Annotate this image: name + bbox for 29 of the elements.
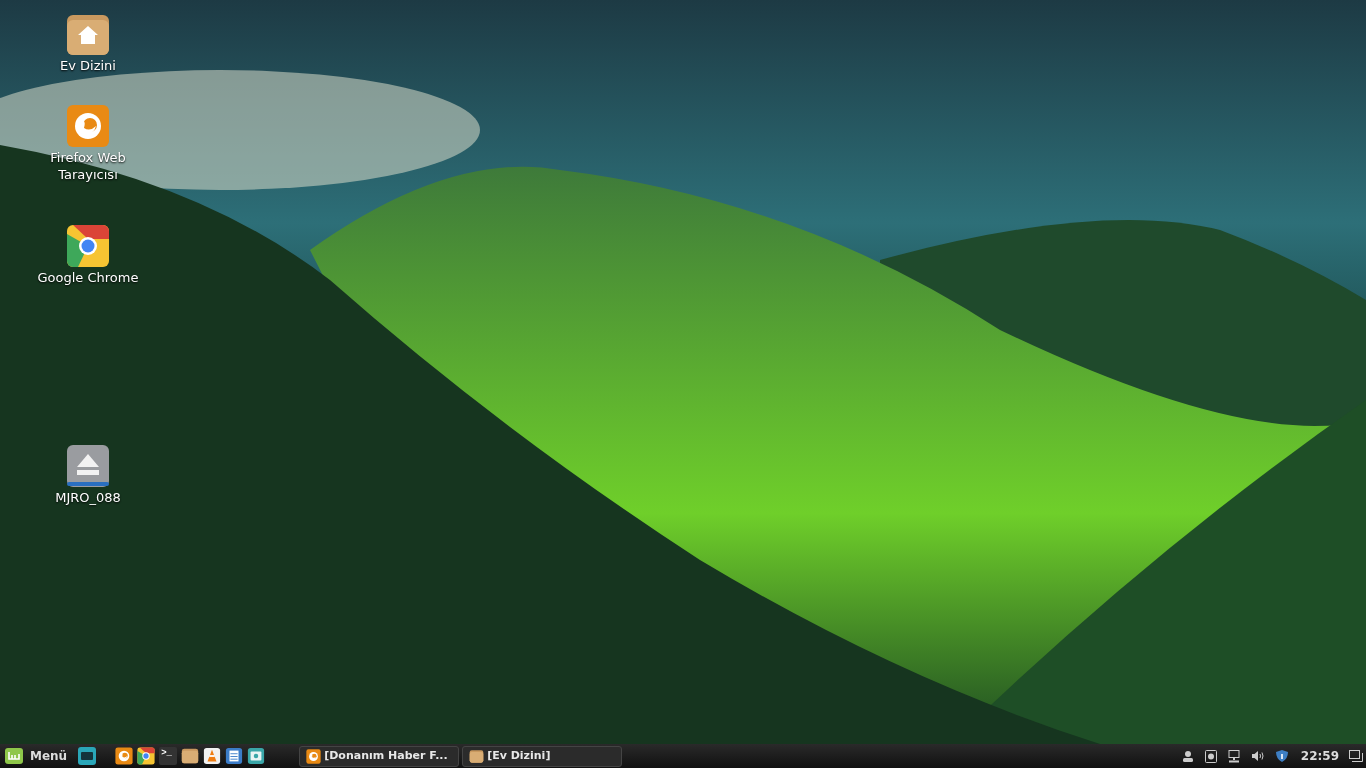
- home-folder-icon: [66, 12, 110, 56]
- taskbar-window-button[interactable]: [Ev Dizini]: [462, 745, 623, 767]
- terminal-icon[interactable]: >_: [159, 747, 178, 765]
- shield-icon[interactable]: [1274, 749, 1289, 763]
- fox-logo-icon: [66, 104, 110, 148]
- menu-button[interactable]: Menü: [0, 744, 74, 768]
- mint-logo-icon: [4, 747, 24, 765]
- workspace-icon[interactable]: [1349, 750, 1363, 762]
- document-icon[interactable]: [225, 747, 244, 765]
- camera-icon[interactable]: [247, 747, 266, 765]
- desktop-icon-label[interactable]: Ev Dizini: [33, 57, 143, 74]
- volume-icon[interactable]: [1250, 750, 1264, 762]
- taskbar-window-button[interactable]: [Donanım Haber F...: [299, 745, 460, 767]
- folder-icon: [181, 747, 200, 765]
- desktop-icon-label[interactable]: Google Chrome: [33, 269, 143, 286]
- shield-badge-icon[interactable]: [1204, 749, 1217, 763]
- folder-icon: [469, 748, 485, 764]
- chrome-logo-icon: [137, 747, 156, 765]
- network-icon[interactable]: [1227, 749, 1240, 763]
- show-desktop-icon[interactable]: [77, 746, 98, 766]
- fox-logo-icon: [306, 748, 322, 764]
- fox-logo-icon: [115, 747, 134, 765]
- eject-icon: [66, 444, 110, 488]
- chrome-logo-icon: [66, 224, 110, 268]
- desktop-icon-label[interactable]: MJRO_088: [33, 489, 143, 506]
- traffic-cone-icon[interactable]: [203, 747, 222, 765]
- user-icon[interactable]: [1181, 750, 1194, 762]
- clock[interactable]: 22:59: [1300, 747, 1339, 765]
- desktop-icon-label[interactable]: Firefox Web Tarayıcısı: [33, 149, 143, 183]
